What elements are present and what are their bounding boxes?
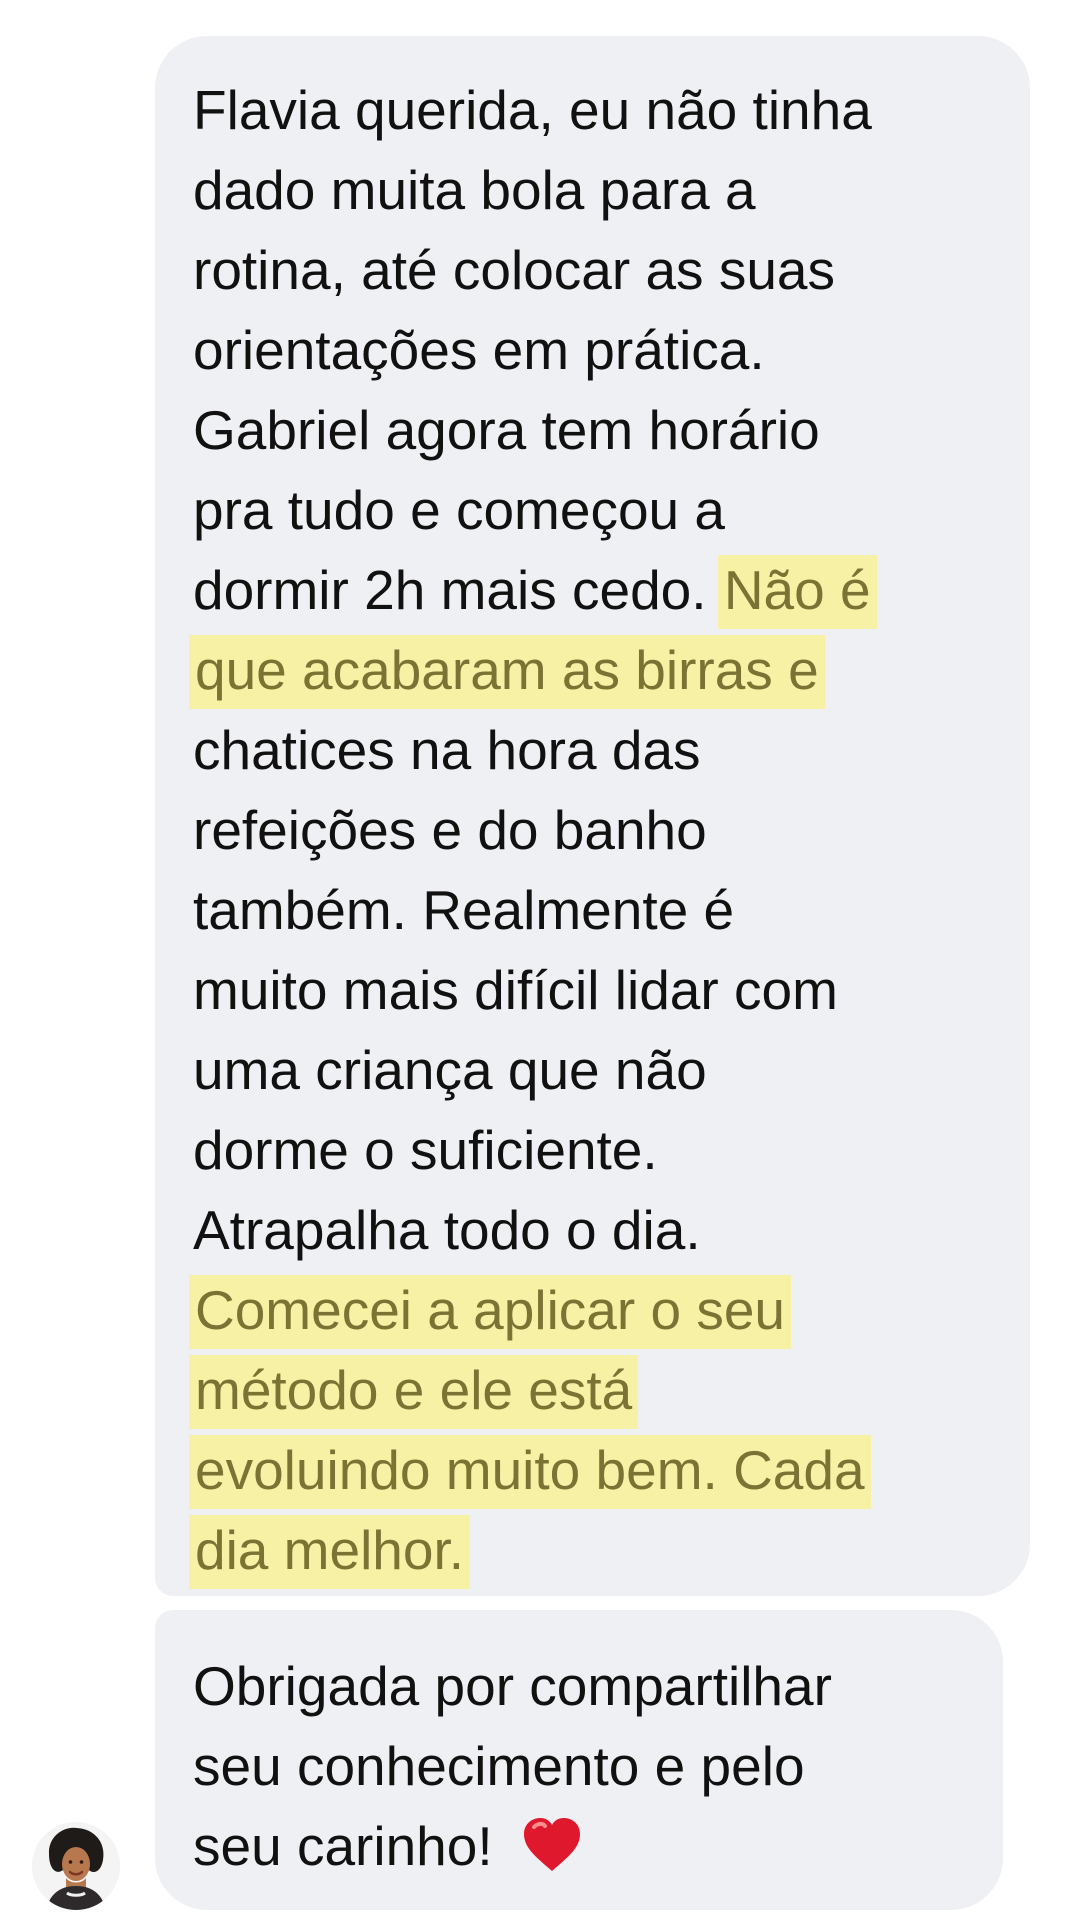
message-line: Flavia querida, eu não tinha: [193, 79, 872, 141]
avatar-icon: [32, 1822, 120, 1910]
message-bubble[interactable]: Obrigada por compartilhar seu conhecimen…: [155, 1610, 1003, 1910]
message-line: orientações em prática.: [193, 319, 765, 381]
highlighted-text: método e ele está: [189, 1355, 639, 1429]
message-line: chatices na hora das: [193, 719, 701, 781]
message-line: dormir 2h mais cedo. Não é: [193, 550, 994, 630]
message-line: também. Realmente é: [193, 879, 735, 941]
message-bubble[interactable]: Flavia querida, eu não tinha dado muita …: [155, 36, 1030, 1596]
message-line: pra tudo e começou a: [193, 479, 726, 541]
chat-thread: Flavia querida, eu não tinha dado muita …: [0, 0, 1080, 1920]
message-text: dormir 2h mais cedo.: [193, 559, 707, 621]
heart-emoji-icon: [523, 1818, 580, 1871]
message-line: evoluindo muito bem. Cada: [189, 1430, 994, 1510]
message-line: seu carinho!: [193, 1806, 967, 1886]
message-line: rotina, até colocar as suas: [193, 239, 836, 301]
message-text: seu carinho!: [193, 1815, 493, 1877]
highlighted-text: que acabaram as birras e: [189, 635, 825, 709]
highlighted-text: dia melhor.: [189, 1515, 471, 1589]
message-line: muito mais difícil lidar com: [193, 959, 838, 1021]
highlighted-text: Comecei a aplicar o seu: [189, 1275, 792, 1349]
message-line: dia melhor.: [189, 1510, 994, 1590]
message-line: que acabaram as birras e: [189, 630, 994, 710]
message-line: Comecei a aplicar o seu: [189, 1270, 994, 1350]
message-line: método e ele está: [189, 1350, 994, 1430]
message-line: Obrigada por compartilhar: [193, 1655, 832, 1717]
highlighted-text: evoluindo muito bem. Cada: [189, 1435, 871, 1509]
message-line: uma criança que não: [193, 1039, 707, 1101]
message-line: dorme o suficiente.: [193, 1119, 658, 1181]
message-line: refeições e do banho: [193, 799, 707, 861]
user-avatar[interactable]: [32, 1822, 120, 1910]
message-line: Gabriel agora tem horário: [193, 399, 820, 461]
message-line: dado muita bola para a: [193, 159, 756, 221]
highlighted-text: Não é: [717, 555, 877, 629]
message-line: Atrapalha todo o dia.: [193, 1199, 701, 1261]
message-line: seu conhecimento e pelo: [193, 1735, 805, 1797]
